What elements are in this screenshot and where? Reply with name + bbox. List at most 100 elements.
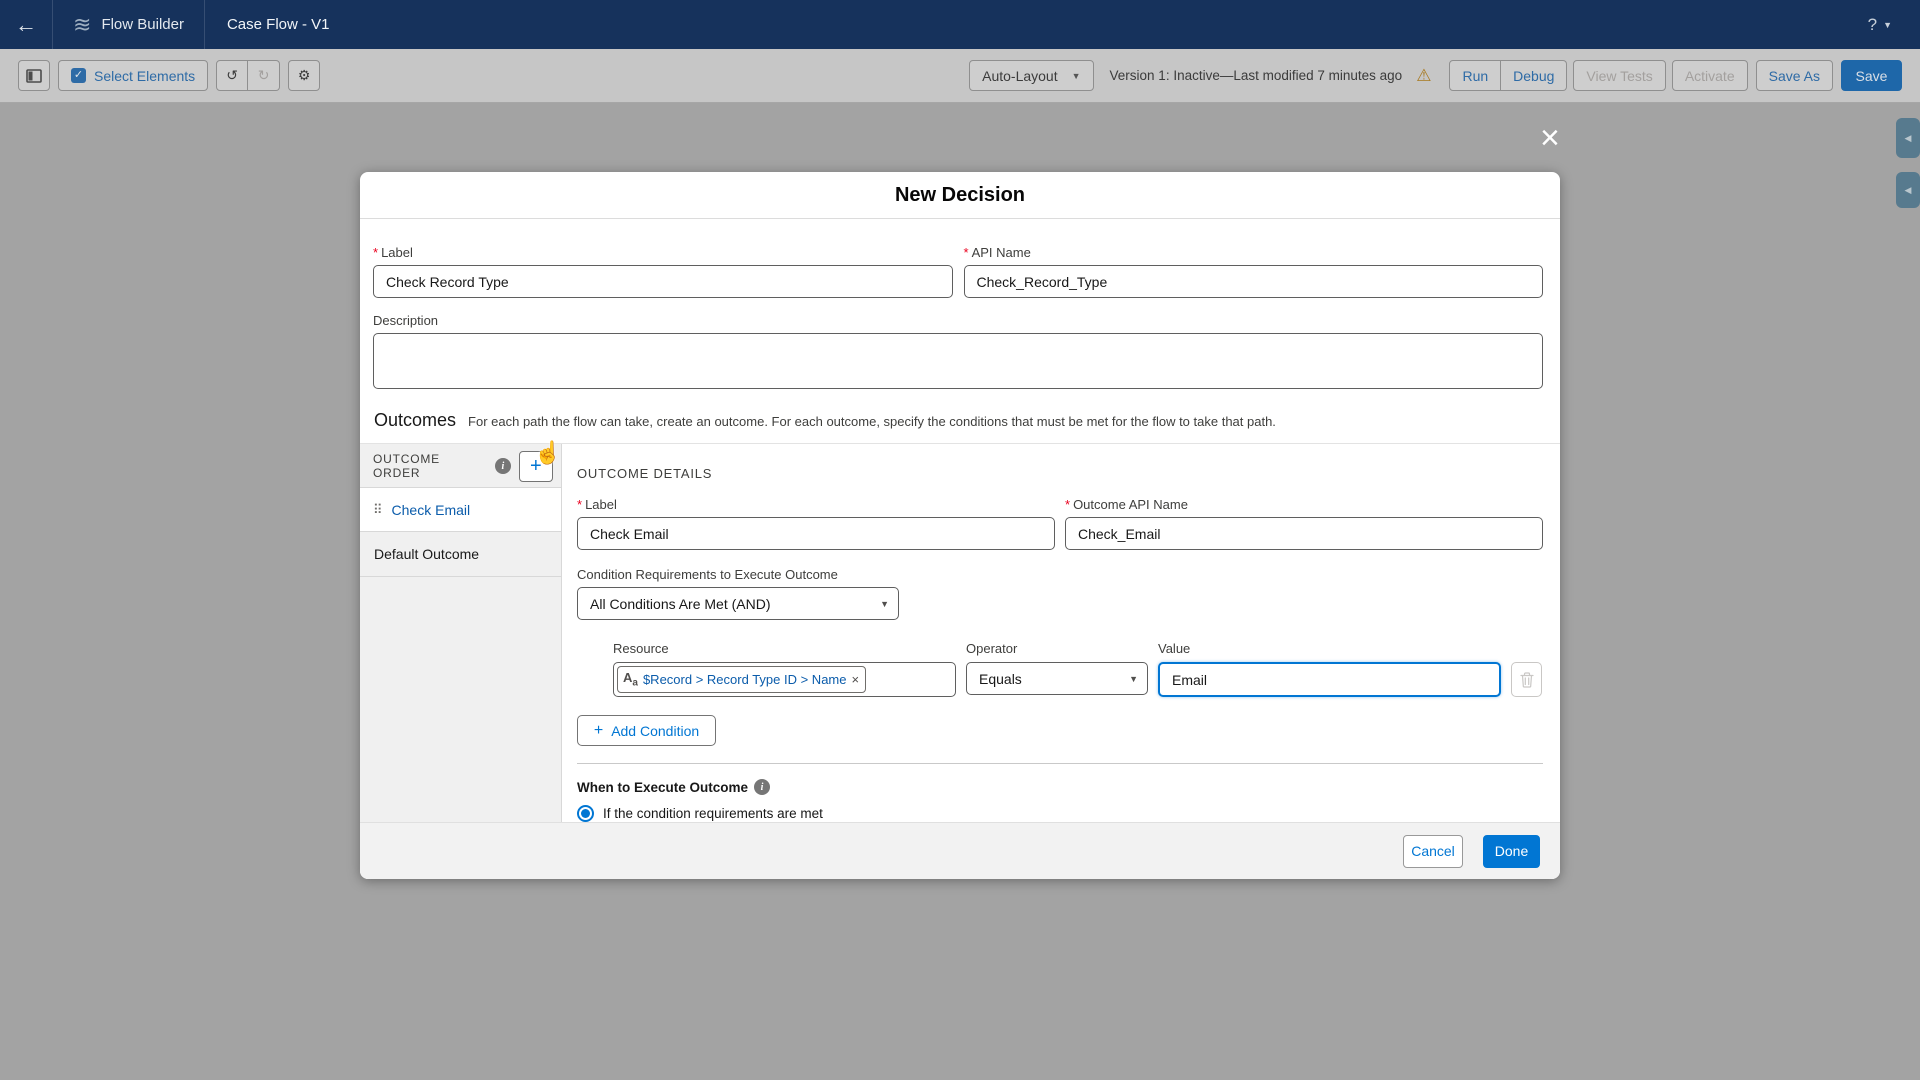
outcome-list-item-check-email[interactable]: ⠿ Check Email — [360, 487, 561, 532]
activate-label: Activate — [1684, 67, 1735, 84]
trash-icon — [1519, 671, 1534, 688]
help-menu[interactable]: ? ▼ — [1868, 15, 1920, 35]
outcome-order-header: OUTCOME ORDER i + — [360, 444, 561, 488]
left-arrow-icon: ◀ — [1904, 184, 1912, 195]
app-branding: ≋ Flow Builder — [53, 0, 204, 49]
outcome-api-name-input[interactable] — [1065, 517, 1543, 550]
decision-label-input[interactable] — [373, 265, 953, 298]
condition-requirements-value: All Conditions Are Met (AND) — [590, 595, 771, 612]
outcome-label-input[interactable] — [577, 517, 1055, 550]
outcome-details-heading: OUTCOME DETAILS — [577, 466, 713, 481]
new-decision-modal: New Decision *Label *API Name Descriptio… — [360, 172, 1560, 879]
outcome-label-field-label: * Label — [577, 497, 617, 512]
modal-footer: Cancel Done — [360, 822, 1560, 879]
required-asterisk: * — [373, 245, 379, 260]
outcome-order-panel: OUTCOME ORDER i + ⠿ Check Email Default … — [360, 444, 562, 822]
debug-button[interactable]: Debug — [1501, 60, 1568, 91]
save-label: Save — [1855, 67, 1888, 84]
required-asterisk: * — [577, 497, 583, 512]
close-icon[interactable]: × — [1540, 121, 1560, 155]
warning-icon: ⚠ — [1416, 65, 1432, 85]
select-elements-button[interactable]: ✓ Select Elements — [58, 60, 209, 91]
run-label: Run — [1462, 67, 1489, 84]
layout-select-value: Auto-Layout — [982, 67, 1058, 84]
save-button[interactable]: Save — [1841, 60, 1902, 91]
drag-handle-icon[interactable]: ⠿ — [373, 502, 382, 518]
outcome-details-panel: OUTCOME DETAILS *Label *Outcome API Name… — [562, 444, 1560, 845]
condition-row: Resource Aa $Record > Record Type ID > N… — [613, 641, 1543, 697]
info-icon[interactable]: i — [754, 779, 771, 795]
outcome-order-title: OUTCOME ORDER — [373, 452, 440, 480]
outcomes-helper-text: For each path the flow can take, create … — [468, 414, 1276, 429]
resource-pill-label: $Record > Record Type ID > Name — [642, 672, 847, 687]
undo-button[interactable]: ↺ — [216, 60, 249, 91]
resource-combobox[interactable]: Aa $Record > Record Type ID > Name × — [613, 662, 956, 697]
help-icon: ? — [1867, 14, 1878, 34]
select-elements-icon: ✓ — [71, 68, 86, 83]
debug-label: Debug — [1513, 67, 1555, 84]
section-divider — [577, 763, 1543, 764]
required-asterisk: * — [963, 245, 969, 260]
condition-requirements-label: Condition Requirements to Execute Outcom… — [577, 567, 838, 582]
app-header: ← ≋ Flow Builder Case Flow - V1 ? ▼ — [0, 0, 1920, 49]
label-field-label: * Label — [373, 245, 413, 260]
outcome-item-label: Check Email — [391, 501, 471, 518]
decision-api-name-input[interactable] — [963, 265, 1543, 298]
operator-value: Equals — [979, 670, 1022, 687]
redo-icon: ↻ — [257, 67, 270, 83]
delete-condition-button — [1511, 662, 1542, 697]
radio-condition-met-label: If the condition requirements are met — [603, 806, 823, 821]
api-name-field-label: * API Name — [963, 245, 1031, 260]
flow-builder-app: ← ≋ Flow Builder Case Flow - V1 ? ▼ ✓ Se… — [0, 0, 1920, 1080]
description-textarea[interactable] — [373, 333, 1543, 389]
back-arrow-icon: ← — [15, 11, 37, 37]
value-label: Value — [1158, 641, 1191, 656]
when-to-execute-label: When to Execute Outcome — [577, 779, 749, 795]
view-tests-label: View Tests — [1586, 67, 1653, 84]
flow-builder-logo-icon: ≋ — [73, 11, 92, 37]
side-panel-button[interactable]: ◀ — [1896, 118, 1920, 158]
side-panel-button[interactable]: ◀ — [1896, 172, 1920, 208]
done-label: Done — [1494, 843, 1529, 859]
info-icon[interactable]: i — [495, 458, 511, 474]
done-button[interactable]: Done — [1483, 834, 1540, 868]
remove-resource-icon[interactable]: × — [851, 672, 859, 687]
radio-condition-met[interactable] — [577, 805, 594, 822]
operator-select[interactable]: Equals — [966, 662, 1148, 695]
undo-icon: ↺ — [226, 67, 239, 83]
modal-title: New Decision — [894, 183, 1026, 206]
flow-title-tab[interactable]: Case Flow - V1 — [205, 0, 352, 49]
panel-toggle-icon — [26, 68, 42, 83]
value-input[interactable] — [1158, 662, 1501, 697]
resource-pill[interactable]: Aa $Record > Record Type ID > Name × — [617, 666, 867, 693]
save-as-button[interactable]: Save As — [1755, 60, 1833, 91]
gear-icon: ⚙ — [297, 67, 311, 83]
plus-icon: + — [593, 721, 604, 739]
outcomes-heading: Outcomes — [374, 410, 457, 430]
version-status-text: Version 1: Inactive—Last modified 7 minu… — [1109, 68, 1403, 83]
run-button[interactable]: Run — [1449, 60, 1502, 91]
layout-select[interactable]: Auto-Layout ▼ — [969, 60, 1094, 91]
outcome-api-field-label: * Outcome API Name — [1065, 497, 1188, 512]
redo-button: ↻ — [248, 60, 281, 91]
back-button[interactable]: ← — [0, 0, 52, 49]
activate-button: Activate — [1671, 60, 1748, 91]
cancel-label: Cancel — [1411, 843, 1455, 859]
run-debug-group: Run Debug — [1449, 60, 1568, 91]
cancel-button[interactable]: Cancel — [1403, 834, 1463, 868]
outcomes-body: OUTCOME ORDER i + ⠿ Check Email Default … — [360, 443, 1560, 845]
toggle-panel-button[interactable] — [18, 60, 50, 91]
outcome-item-label: Default Outcome — [374, 546, 480, 562]
outcome-list-item-default[interactable]: Default Outcome — [360, 532, 561, 577]
text-type-icon: Aa — [623, 670, 638, 689]
add-condition-button[interactable]: + Add Condition — [577, 715, 716, 746]
modal-top-fields: *Label *API Name Description Outcomes Fo… — [360, 219, 1560, 431]
save-as-label: Save As — [1768, 67, 1820, 84]
undo-redo-group: ↺ ↻ — [216, 60, 281, 91]
flow-title: Case Flow - V1 — [226, 16, 330, 33]
condition-requirements-select[interactable]: All Conditions Are Met (AND) — [577, 587, 899, 620]
description-field-label: Description — [373, 313, 439, 328]
operator-label: Operator — [966, 641, 1018, 656]
left-arrow-icon: ◀ — [1904, 132, 1912, 143]
settings-button[interactable]: ⚙ — [288, 60, 321, 91]
